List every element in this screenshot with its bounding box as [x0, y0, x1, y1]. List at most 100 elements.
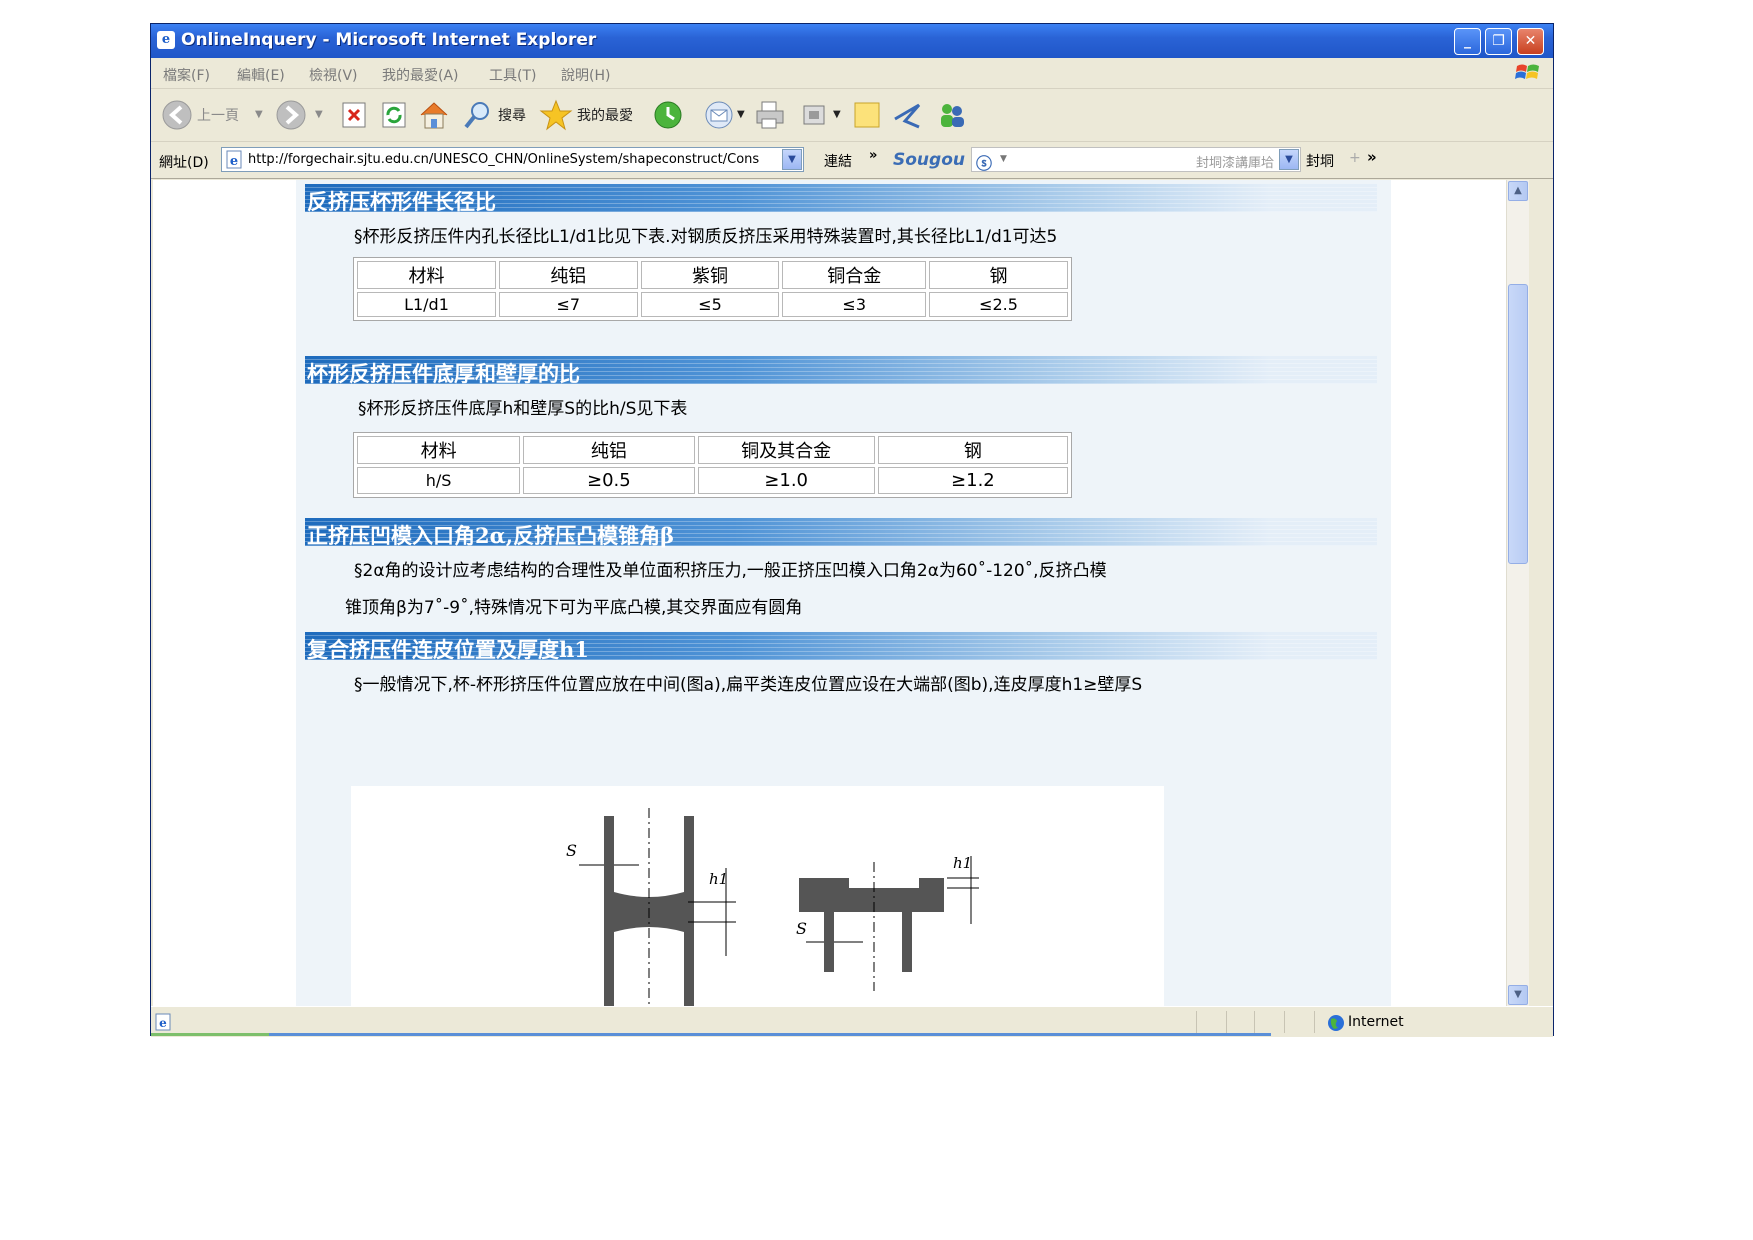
- data-table: 材料 纯铝 紫铜 铜合金 钢 L1/d1 ≤7 ≤5 ≤3 ≤2.5: [353, 257, 1072, 321]
- plus-icon[interactable]: +: [1349, 150, 1361, 166]
- table-cell: 纯铝: [523, 436, 695, 464]
- favorites-label[interactable]: 我的最愛: [577, 105, 633, 125]
- links-label[interactable]: 連結: [824, 151, 852, 171]
- page-viewport: 反挤压杯形件长径比 §杯形反挤压件内孔长径比L1/d1比见下表.对钢质反挤压采用…: [153, 180, 1529, 1006]
- figure-a-cup-cup: [579, 808, 736, 1006]
- section-text: 锥顶角β为7˚-9˚,特殊情况下可为平底凸模,其交界面应有圆角: [345, 598, 803, 618]
- search-dropdown-icon[interactable]: ▼: [1279, 149, 1299, 170]
- status-divider: [1314, 1011, 1315, 1033]
- print-icon[interactable]: [753, 99, 787, 131]
- table-cell: h/S: [357, 467, 521, 494]
- table-cell: ≤3: [782, 292, 927, 317]
- label-h1: h1: [953, 854, 972, 872]
- address-url: http://forgechair.sjtu.edu.cn/UNESCO_CHN…: [248, 152, 760, 167]
- edit-icon[interactable]: [799, 99, 829, 131]
- search-placeholder: 封垌漆講厙垥: [1195, 156, 1274, 171]
- status-divider: [1254, 1011, 1255, 1033]
- back-icon[interactable]: [161, 99, 195, 131]
- menu-edit[interactable]: 編輯(E): [237, 65, 285, 85]
- address-dropdown-icon[interactable]: ▼: [782, 149, 802, 170]
- table-cell: 铜合金: [782, 261, 927, 289]
- back-label[interactable]: 上一頁: [197, 105, 239, 125]
- menu-view[interactable]: 檢視(V): [309, 65, 358, 85]
- search-button[interactable]: 封垌: [1306, 151, 1334, 171]
- table-cell: L1/d1: [357, 292, 496, 317]
- history-icon[interactable]: [651, 99, 685, 131]
- research-icon[interactable]: [935, 99, 969, 131]
- extrusion-diagram: S h1 S h1: [566, 808, 979, 1006]
- mail-icon[interactable]: [703, 99, 737, 131]
- toolbar: 上一頁 ▼ ▼ 搜尋 我的最愛 ▼ ▼: [151, 89, 1553, 142]
- search-label[interactable]: 搜尋: [498, 105, 526, 125]
- address-label: 網址(D): [159, 155, 209, 171]
- scroll-down-icon[interactable]: ▼: [1508, 985, 1528, 1005]
- menu-help[interactable]: 說明(H): [561, 65, 610, 85]
- extrusion-figure: S h1 S h1: [351, 786, 1164, 1006]
- ie-icon: e: [157, 31, 175, 49]
- table-cell: 钢: [929, 261, 1068, 289]
- mail-dropdown-icon[interactable]: ▼: [737, 109, 745, 120]
- section-header: 复合挤压件连皮位置及厚度h1: [305, 632, 1377, 662]
- vertical-scrollbar[interactable]: ▲ ▼: [1506, 180, 1529, 1006]
- search-icon[interactable]: [461, 99, 495, 131]
- table-cell: 材料: [357, 436, 521, 464]
- menu-tools[interactable]: 工具(T): [489, 65, 536, 85]
- table-cell: ≥1.2: [877, 467, 1068, 494]
- more-chevron-icon[interactable]: »: [1367, 148, 1377, 166]
- sougou-icon: ⓢ: [976, 154, 993, 173]
- section-header: 反挤压杯形件长径比: [305, 184, 1377, 214]
- table-cell: ≥0.5: [523, 467, 695, 494]
- stop-icon[interactable]: [339, 99, 369, 131]
- content-area: 反挤压杯形件长径比 §杯形反挤压件内孔长径比L1/d1比见下表.对钢质反挤压采用…: [296, 180, 1391, 1006]
- table-cell: 钢: [877, 436, 1068, 464]
- scroll-up-icon[interactable]: ▲: [1508, 181, 1528, 201]
- menu-bar: 檔案(F) 編輯(E) 檢視(V) 我的最愛(A) 工具(T) 說明(H): [151, 58, 1553, 89]
- status-divider: [1226, 1011, 1227, 1033]
- forward-dropdown-icon[interactable]: ▼: [315, 109, 323, 120]
- notes-icon[interactable]: [851, 99, 883, 131]
- figure-b-flat-part: [799, 856, 979, 991]
- scroll-thumb[interactable]: [1508, 284, 1528, 564]
- section-text: §杯形反挤压件内孔长径比L1/d1比见下表.对钢质反挤压采用特殊装置时,其长径比…: [354, 227, 1058, 247]
- minimize-button[interactable]: _: [1454, 28, 1481, 55]
- sougou-logo[interactable]: Sougou: [893, 150, 965, 170]
- section-title: 反挤压杯形件长径比: [307, 189, 496, 214]
- edit-dropdown-icon[interactable]: ▼: [833, 109, 841, 120]
- svg-text:e: e: [159, 1016, 167, 1030]
- forward-icon[interactable]: [275, 99, 309, 131]
- status-divider: [1284, 1011, 1285, 1033]
- close-button[interactable]: ✕: [1517, 28, 1544, 55]
- windows-logo-icon: [1515, 64, 1539, 79]
- label-s: S: [796, 919, 807, 938]
- table-cell: ≤7: [498, 292, 638, 317]
- label-h1: h1: [709, 870, 728, 888]
- messenger-icon[interactable]: [891, 99, 925, 131]
- table-cell: ≤5: [640, 292, 780, 317]
- favorites-star-icon[interactable]: [539, 99, 573, 131]
- table-cell: ≥1.0: [697, 467, 875, 494]
- globe-icon: [1328, 1015, 1344, 1031]
- chevron-right-icon[interactable]: »: [869, 148, 877, 163]
- back-dropdown-icon[interactable]: ▼: [255, 109, 263, 120]
- title-bar[interactable]: e OnlineInquery - Microsoft Internet Exp…: [151, 24, 1553, 58]
- section-title: 杯形反挤压件底厚和壁厚的比: [307, 361, 580, 386]
- section-text: §一般情况下,杯-杯形挤压件位置应放在中间(图a),扁平类连皮位置应设在大端部(…: [354, 675, 1143, 695]
- address-input[interactable]: e http://forgechair.sjtu.edu.cn/UNESCO_C…: [221, 147, 804, 172]
- label-s: S: [566, 841, 577, 860]
- menu-favorites[interactable]: 我的最愛(A): [382, 65, 459, 85]
- table-cell: 铜及其合金: [697, 436, 875, 464]
- sougou-dropdown-icon[interactable]: ▼: [1000, 154, 1007, 164]
- section-text: §杯形反挤压件底厚h和壁厚S的比h/S见下表: [358, 399, 688, 419]
- sougou-search-input[interactable]: ⓢ ▼ 封垌漆講厙垥 ▼: [971, 147, 1301, 173]
- refresh-icon[interactable]: [379, 99, 409, 131]
- table-cell: 紫铜: [640, 261, 780, 289]
- menu-file[interactable]: 檔案(F): [163, 65, 210, 85]
- section-header: 杯形反挤压件底厚和壁厚的比: [305, 356, 1377, 386]
- security-zone: Internet: [1348, 1014, 1404, 1030]
- data-table: 材料 纯铝 铜及其合金 钢 h/S ≥0.5 ≥1.0 ≥1.2: [353, 432, 1072, 498]
- address-bar: 網址(D) e http://forgechair.sjtu.edu.cn/UN…: [151, 142, 1553, 179]
- home-icon[interactable]: [417, 99, 451, 131]
- table-cell: 纯铝: [498, 261, 638, 289]
- restore-button[interactable]: ❐: [1485, 28, 1512, 55]
- status-divider: [1196, 1011, 1197, 1033]
